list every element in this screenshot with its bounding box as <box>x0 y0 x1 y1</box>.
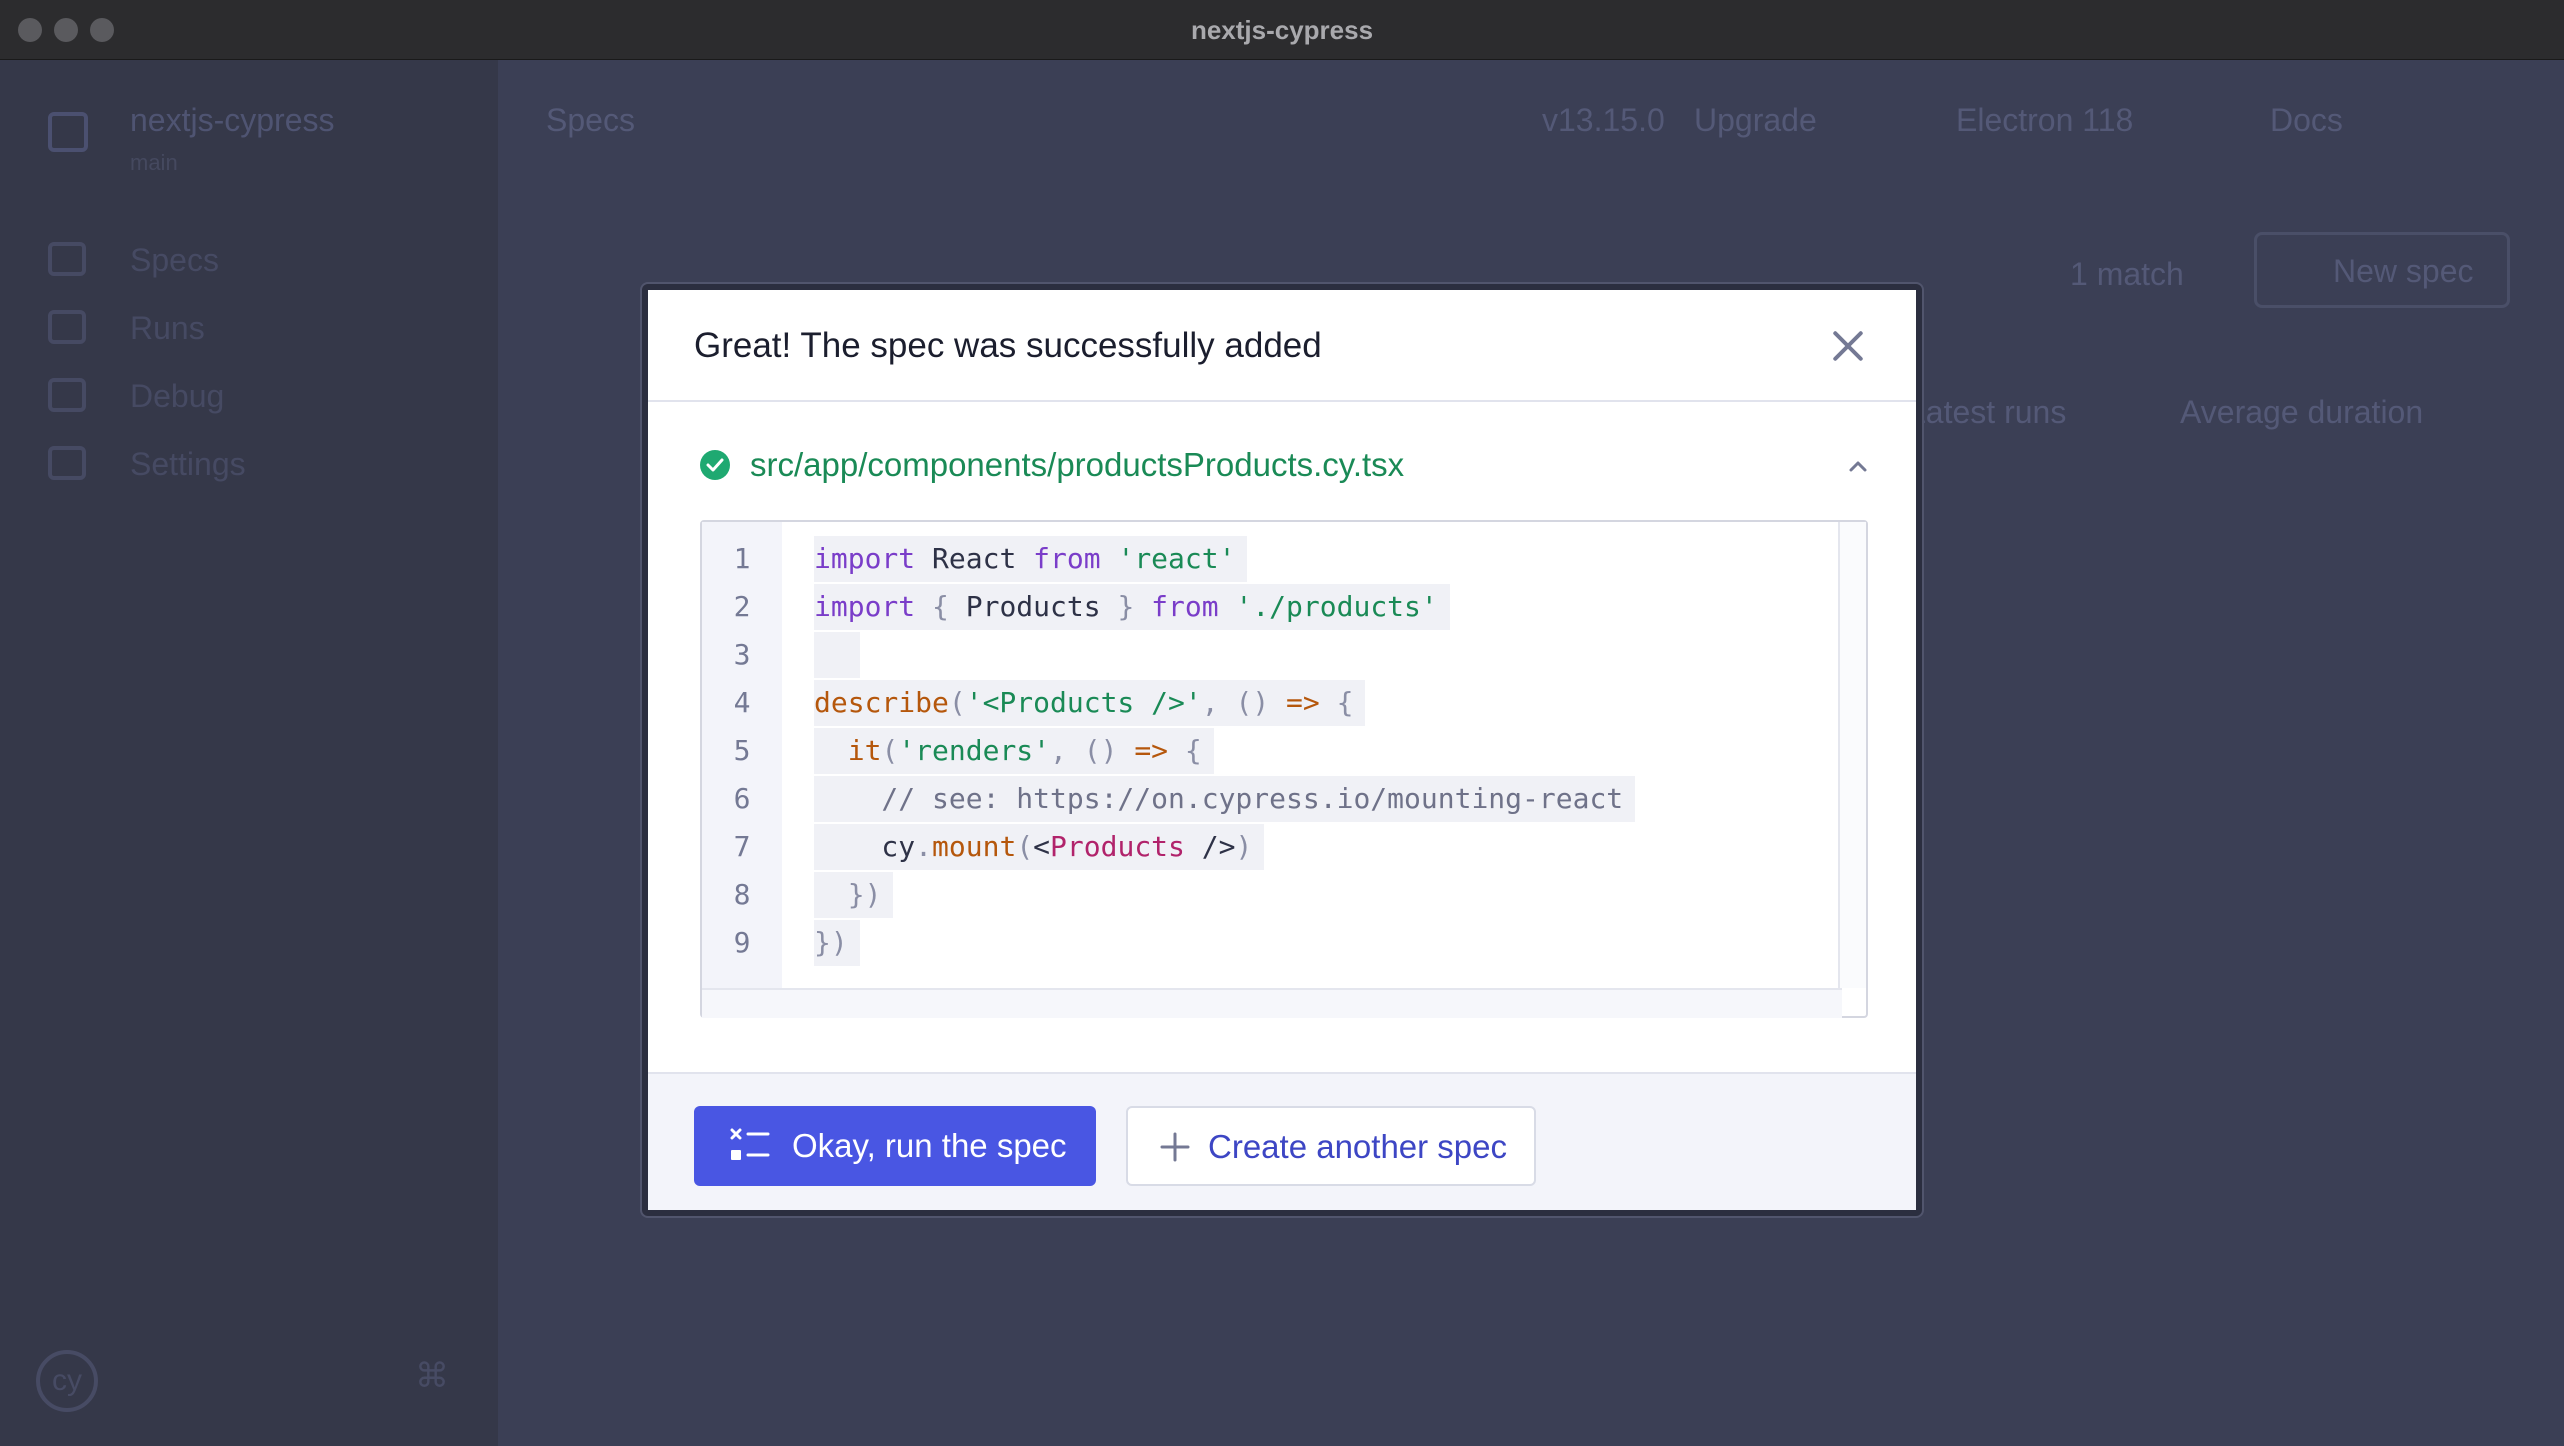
code-line: describe('<Products />', () => { <box>814 680 1366 726</box>
project-branch: main <box>130 150 178 175</box>
keyboard-shortcuts-icon[interactable]: ⌘ <box>414 1358 450 1394</box>
sidebar-item-debug[interactable]: Debug <box>48 366 468 426</box>
new-spec-label: New spec <box>2333 253 2474 289</box>
dialog-title: Great! The spec was successfully added <box>694 326 1322 365</box>
vertical-scrollbar[interactable] <box>1838 522 1866 988</box>
code-line: }) <box>814 920 860 966</box>
project-icon <box>48 112 88 152</box>
horizontal-scrollbar[interactable] <box>702 988 1842 1018</box>
run-list-icon <box>730 1128 770 1160</box>
sidebar-item-label: Runs <box>130 310 205 346</box>
line-number: 2 <box>733 590 751 623</box>
runs-icon <box>48 310 86 344</box>
line-number: 1 <box>733 542 751 575</box>
latest-runs-header: Latest runs <box>1908 394 2067 430</box>
code-line: // see: https://on.cypress.io/mounting-r… <box>814 776 1636 822</box>
docs-link[interactable]: Docs <box>2270 102 2343 139</box>
code-line: import { Products } from './products' <box>814 584 1450 630</box>
code-line: import React from 'react' <box>814 536 1248 582</box>
debug-icon <box>48 378 86 412</box>
page-title: Specs <box>546 102 635 138</box>
spec-file-row[interactable]: src/app/components/productsProducts.cy.t… <box>700 440 1880 490</box>
chevron-up-icon[interactable] <box>1846 454 1870 478</box>
line-number: 4 <box>733 686 751 719</box>
run-spec-button[interactable]: Okay, run the spec <box>694 1106 1096 1186</box>
upgrade-link[interactable]: Upgrade <box>1694 102 1817 139</box>
plus-icon <box>1160 1132 1190 1162</box>
browser-selector[interactable]: Electron 118 <box>1956 102 2133 139</box>
line-number: 8 <box>733 878 751 911</box>
code-line: cy.mount(<Products />) <box>814 824 1265 870</box>
new-spec-button[interactable]: New spec <box>2254 232 2510 308</box>
settings-icon <box>48 446 86 480</box>
code-line: it('renders', () => { <box>814 728 1214 774</box>
create-another-spec-button[interactable]: Create another spec <box>1126 1106 1536 1186</box>
sidebar-item-label: Specs <box>130 242 219 278</box>
line-number: 5 <box>733 734 751 767</box>
line-number: 6 <box>733 782 751 815</box>
create-another-spec-label: Create another spec <box>1208 1128 1508 1165</box>
sidebar-item-label: Debug <box>130 378 225 414</box>
average-duration-header: Average duration <box>2180 394 2424 430</box>
line-number-gutter: 1 2 3 4 5 6 7 8 9 <box>702 522 782 988</box>
version-label: v13.15.0 <box>1542 102 1665 138</box>
code-line: }) <box>814 872 894 918</box>
window-title: nextjs-cypress <box>1190 15 1374 45</box>
line-number: 3 <box>733 638 751 671</box>
app-window: nextjs-cypress nextjs-cypress main Specs… <box>0 0 2564 1446</box>
dialog-footer: Okay, run the spec Create another spec <box>648 1072 1916 1210</box>
project-switcher[interactable]: nextjs-cypress main <box>48 100 518 180</box>
sidebar-item-label: Settings <box>130 446 246 482</box>
line-number: 9 <box>733 926 751 959</box>
match-count: 1 match <box>2070 256 2184 292</box>
code-line <box>814 632 860 678</box>
line-number: 7 <box>733 830 751 863</box>
sidebar: nextjs-cypress main Specs Runs Debug Set… <box>0 60 498 1446</box>
check-circle-icon <box>700 450 730 480</box>
specs-icon <box>48 242 86 276</box>
cypress-logo: cy <box>36 1350 98 1412</box>
project-name: nextjs-cypress <box>130 102 335 138</box>
code-preview: 1 2 3 4 5 6 7 8 9 import React from 'rea… <box>700 520 1868 1018</box>
spec-added-dialog: Great! The spec was successfully added s… <box>642 284 1922 1216</box>
run-spec-label: Okay, run the spec <box>792 1127 1067 1164</box>
sidebar-item-specs[interactable]: Specs <box>48 230 468 290</box>
sidebar-item-settings[interactable]: Settings <box>48 434 468 494</box>
close-dialog-button[interactable] <box>1830 328 1866 364</box>
sidebar-item-runs[interactable]: Runs <box>48 298 468 358</box>
dialog-header: Great! The spec was successfully added <box>648 290 1916 402</box>
title-bar: nextjs-cypress <box>0 0 2564 60</box>
spec-file-path: src/app/components/productsProducts.cy.t… <box>750 446 1405 483</box>
